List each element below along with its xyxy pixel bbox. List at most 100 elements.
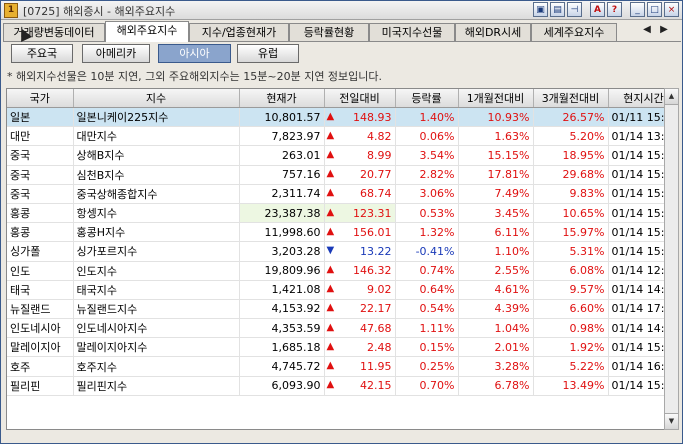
cell-rate: 0.64% <box>395 280 459 300</box>
change-value: 148.93 <box>353 110 392 124</box>
region-americas-button[interactable]: 아메리카 <box>82 44 150 63</box>
app-icon: 1 <box>4 3 18 18</box>
cell-local-time: 01/14 14:02 <box>608 318 664 339</box>
cell-rate: 1.40% <box>395 107 459 128</box>
tab-next-icon[interactable]: ▶ <box>658 23 670 37</box>
cell-price: 23,387.38 <box>239 203 325 224</box>
window: 1 [0725] 해외증시 - 해외주요지수 ▣ ▤ ⊣ A ? _ □ × 거… <box>0 0 683 444</box>
cell-change: ▲ 42.15 <box>324 376 396 396</box>
delay-notice: * 해외지수선물은 10분 지연, 그외 주요해외지수는 15분~20분 지연 … <box>7 70 383 83</box>
header-3m[interactable]: 3개월전대비 <box>533 89 609 108</box>
table-row[interactable]: 중국 중국상해종합지수 2,311.74 ▲ 68.74 3.06% 7.49% 9.83% 0… <box>7 184 664 204</box>
cell-price: 4,153.92 <box>239 299 325 320</box>
table-row[interactable]: 태국 태국지수 1,421.08 ▲ 9.02 0.64% 4.61% 9.57% 01/14 … <box>7 280 664 300</box>
cell-1m: 10.93% <box>458 107 534 128</box>
cell-1m: 1.63% <box>458 126 534 147</box>
change-value: 2.48 <box>367 340 392 354</box>
vertical-scrollbar[interactable]: ▲ ▼ <box>664 88 679 430</box>
cell-rate: 0.15% <box>395 337 459 358</box>
region-europe-button[interactable]: 유럽 <box>237 44 299 63</box>
cell-1m: 17.81% <box>458 165 534 185</box>
cell-1m: 6.78% <box>458 376 534 396</box>
window-list-icon[interactable]: ▤ <box>550 2 565 17</box>
cell-change: ▲ 4.82 <box>324 126 396 147</box>
table-row[interactable]: 대만 대만지수 7,823.97 ▲ 4.82 0.06% 1.63% 5.20% 01/14 … <box>7 126 664 147</box>
cell-local-time: 01/14 15:00 <box>608 376 664 396</box>
table-row[interactable]: 말레이지아 말레이지아지수 1,685.18 ▲ 2.48 0.15% 2.01% 1.92%… <box>7 337 664 358</box>
cell-1m: 2.01% <box>458 337 534 358</box>
scroll-down-icon[interactable]: ▼ <box>665 413 678 429</box>
table-row[interactable]: 인도 인도지수 19,809.96 ▲ 146.32 0.74% 2.55% 6.08% 01/… <box>7 261 664 281</box>
cell-change: ▲ 2.48 <box>324 337 396 358</box>
cell-rate: 1.11% <box>395 318 459 339</box>
table-row[interactable]: 필리핀 필리핀지수 6,093.90 ▲ 42.15 0.70% 6.78% 13.49% 01… <box>7 376 664 396</box>
cell-price: 1,685.18 <box>239 337 325 358</box>
cell-rate: 2.82% <box>395 165 459 185</box>
layout-icon[interactable]: ▣ <box>533 2 548 17</box>
region-asia-button[interactable]: 아시아 <box>158 44 231 63</box>
table-row[interactable]: 중국 상해B지수 263.01 ▲ 8.99 3.54% 15.15% 18.95% 01/14… <box>7 145 664 166</box>
tab-overseas-dr[interactable]: 해외DR시세 <box>455 23 531 41</box>
cell-index: 인도네시아지수 <box>73 318 240 339</box>
cell-price: 10,801.57 <box>239 107 325 128</box>
tab-sector-price[interactable]: 지수/업종현재가 <box>189 23 289 41</box>
change-value: 8.99 <box>367 148 392 162</box>
cell-price: 1,421.08 <box>239 280 325 300</box>
change-value: 146.32 <box>353 264 392 278</box>
cell-price: 4,745.72 <box>239 356 325 377</box>
maximize-icon[interactable]: □ <box>647 2 662 17</box>
pin-icon[interactable]: ⊣ <box>567 2 582 17</box>
cell-change: ▲ 156.01 <box>324 222 396 243</box>
header-country[interactable]: 국가 <box>7 89 74 108</box>
cell-index: 항셍지수 <box>73 203 240 224</box>
cell-index: 대만지수 <box>73 126 240 147</box>
table-row[interactable]: 인도네시아 인도네시아지수 4,353.59 ▲ 47.68 1.11% 1.04% 0.98… <box>7 318 664 339</box>
up-arrow-icon: ▲ <box>326 264 335 276</box>
table-row[interactable]: 중국 심천B지수 757.16 ▲ 20.77 2.82% 17.81% 29.68% 01/1… <box>7 165 664 185</box>
table-row[interactable]: 싱가폴 싱가포르지수 3,203.28 ▼ 13.22 -0.41% 1.10% 5.31% 0… <box>7 241 664 262</box>
cell-1m: 3.45% <box>458 203 534 224</box>
tab-world-indices[interactable]: 세계주요지수 <box>531 23 617 41</box>
cell-country: 말레이지아 <box>7 337 74 358</box>
tab-strip: 거래량변동데이터 해외주요지수 지수/업종현재가 등락률현황 미국지수선물 해외… <box>3 21 681 42</box>
cell-country: 홍콩 <box>7 203 74 224</box>
header-local-time[interactable]: 현지시간 <box>608 89 664 108</box>
tab-overseas-indices[interactable]: 해외주요지수 <box>105 21 189 42</box>
table-row[interactable]: 호주 호주지수 4,745.72 ▲ 11.95 0.25% 3.28% 5.22% 01/14… <box>7 356 664 377</box>
cell-country: 인도 <box>7 261 74 281</box>
cell-country: 일본 <box>7 107 74 128</box>
cell-1m: 7.49% <box>458 184 534 204</box>
header-price[interactable]: 현재가 <box>239 89 325 108</box>
cell-change: ▲ 22.17 <box>324 299 396 320</box>
table-row[interactable]: 홍콩 홍콩H지수 11,998.60 ▲ 156.01 1.32% 6.11% 15.97% 0… <box>7 222 664 243</box>
tab-prev-icon[interactable]: ◀ <box>641 23 653 37</box>
cell-price: 6,093.90 <box>239 376 325 396</box>
cell-local-time: 01/14 15:00 <box>608 165 664 185</box>
cell-1m: 6.11% <box>458 222 534 243</box>
table-row[interactable]: 홍콩 항셍지수 23,387.38 ▲ 123.31 0.53% 3.45% 10.65% 01… <box>7 203 664 224</box>
header-1m[interactable]: 1개월전대비 <box>458 89 534 108</box>
cell-3m: 10.65% <box>533 203 609 224</box>
cell-country: 인도네시아 <box>7 318 74 339</box>
tab-change-rate[interactable]: 등락률현황 <box>289 23 369 41</box>
header-rate[interactable]: 등락률 <box>395 89 459 108</box>
cell-index: 말레이지아지수 <box>73 337 240 358</box>
cell-1m: 4.61% <box>458 280 534 300</box>
close-icon[interactable]: × <box>664 2 679 17</box>
region-major-button[interactable]: 주요국 <box>11 44 73 63</box>
help-icon[interactable]: ? <box>607 2 622 17</box>
cell-3m: 1.92% <box>533 337 609 358</box>
cell-index: 홍콩H지수 <box>73 222 240 243</box>
cell-index: 호주지수 <box>73 356 240 377</box>
font-size-icon[interactable]: A <box>590 2 605 17</box>
up-arrow-icon: ▲ <box>326 321 335 333</box>
header-change[interactable]: 전일대비 <box>324 89 396 108</box>
table-row[interactable]: 뉴질랜드 뉴질랜드지수 4,153.92 ▲ 22.17 0.54% 4.39% 6.60% 0… <box>7 299 664 320</box>
cell-local-time: 01/14 15:02 <box>608 241 664 262</box>
scroll-up-icon[interactable]: ▲ <box>665 89 678 105</box>
cell-1m: 3.28% <box>458 356 534 377</box>
header-index[interactable]: 지수 <box>73 89 240 108</box>
tab-us-futures[interactable]: 미국지수선물 <box>369 23 455 41</box>
table-row[interactable]: 일본 일본니케이225지수 10,801.57 ▲ 148.93 1.40% 10.93% 2… <box>7 107 664 128</box>
minimize-icon[interactable]: _ <box>630 2 645 17</box>
